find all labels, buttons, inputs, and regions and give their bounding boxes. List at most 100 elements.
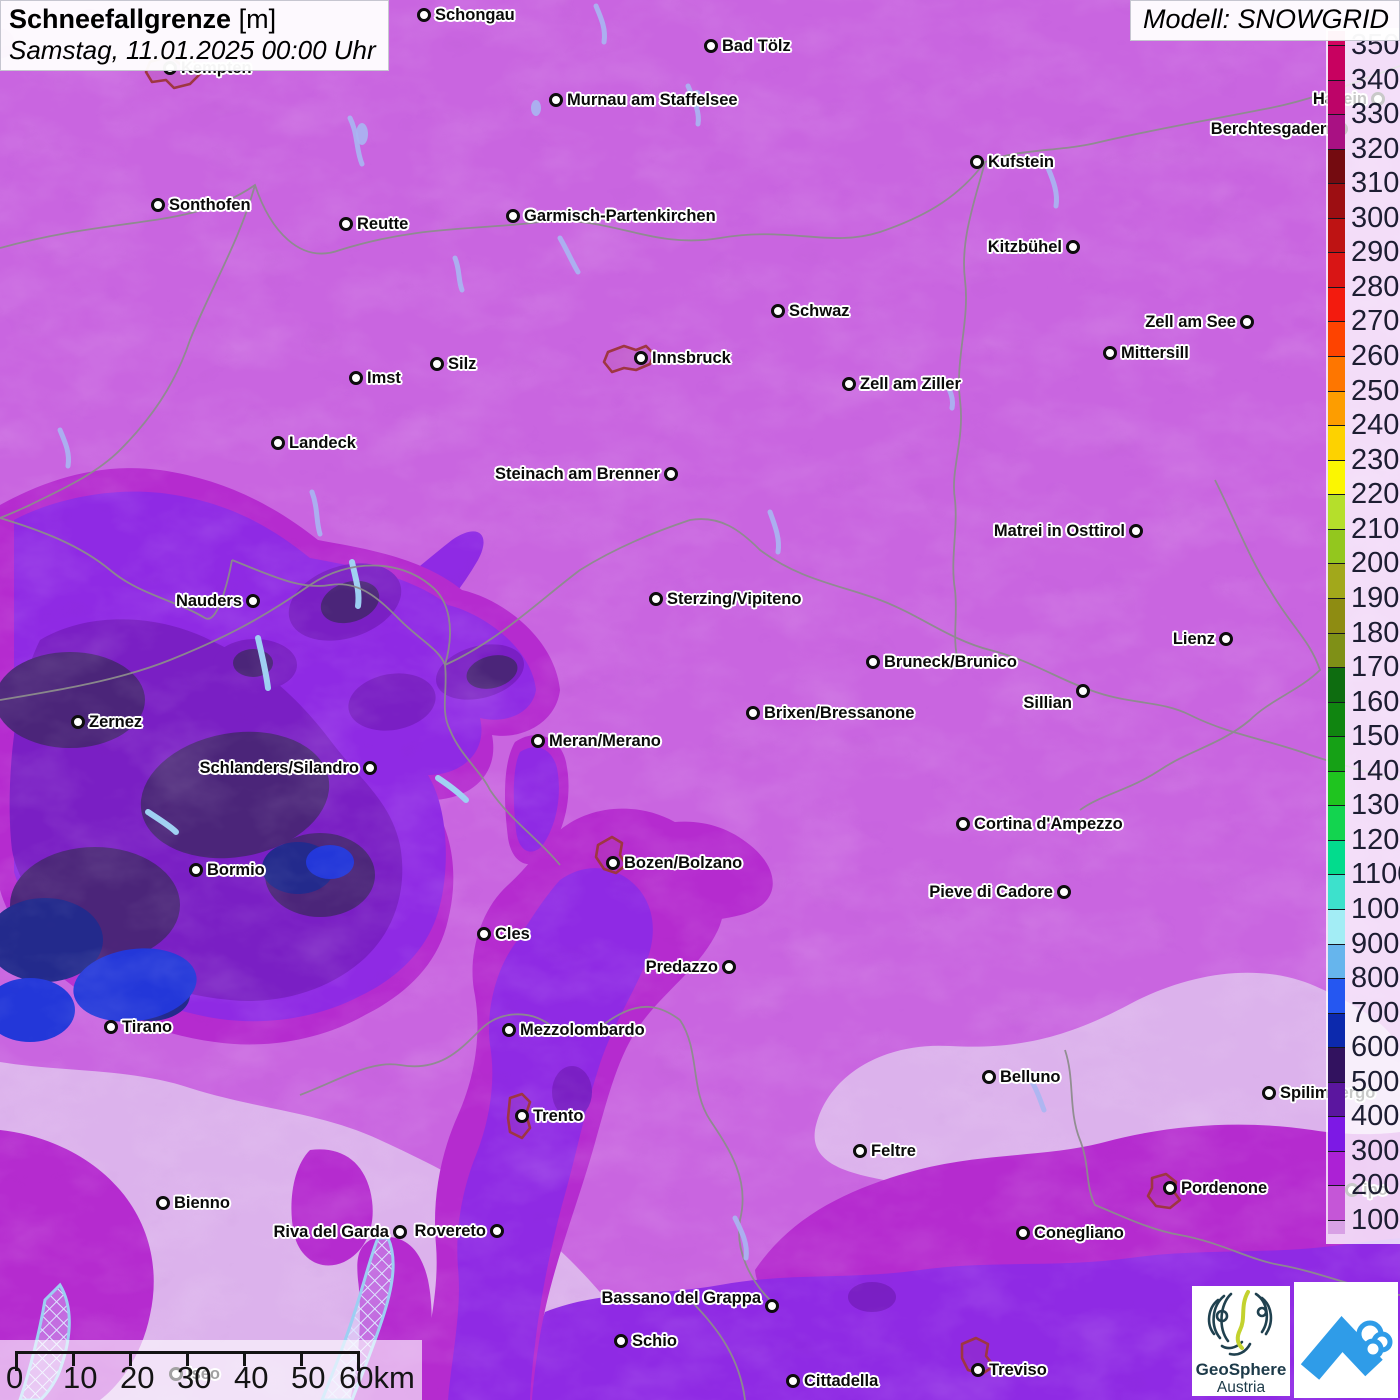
- city-label: Zell am Ziller: [860, 375, 961, 393]
- weather-map-page: SchongauBad TölzKemptenMurnau am Staffel…: [0, 0, 1400, 1400]
- geosphere-country: Austria: [1216, 1379, 1266, 1396]
- legend-segment: [1328, 45, 1345, 80]
- legend-segment: [1328, 1012, 1345, 1048]
- city-marker-icon: [477, 927, 491, 941]
- city-label: Schlanders/Silandro: [199, 759, 359, 777]
- city-label: Schongau: [435, 6, 515, 24]
- city-label: Nauders: [175, 592, 242, 610]
- city-marker-icon: [1103, 346, 1117, 360]
- geosphere-contour-icon: [1207, 1290, 1273, 1356]
- city-marker-icon: [1219, 632, 1233, 646]
- city-label: Murnau am Staffelsee: [567, 91, 738, 109]
- legend-segment: [1328, 183, 1345, 218]
- legend-tick-label: 3000: [1351, 201, 1400, 234]
- city-label: Mezzolombardo: [520, 1021, 645, 1039]
- legend-tick-label: 2100: [1351, 512, 1400, 545]
- legend-segment: [1328, 321, 1345, 357]
- legend-tick-label: 2200: [1351, 478, 1400, 511]
- legend-segment: [1328, 1116, 1345, 1151]
- legend-tick-label: 1800: [1351, 616, 1400, 649]
- city-label: Reutte: [357, 215, 409, 233]
- city-label: Meran/Merano: [549, 732, 661, 750]
- legend-segment: [1328, 425, 1345, 460]
- city-marker-icon: [746, 706, 760, 720]
- city-label: Kitzbühel: [987, 238, 1062, 256]
- city-marker-icon: [664, 467, 678, 481]
- legend-segment: [1328, 805, 1345, 840]
- city-label: Garmisch-Partenkirchen: [524, 207, 716, 225]
- city-label: Predazzo: [645, 958, 718, 976]
- city-marker-icon: [1163, 1181, 1177, 1195]
- legend-tick-label: 2600: [1351, 340, 1400, 373]
- scale-bar: 0 10 20 30 40 50 60km: [0, 1340, 422, 1400]
- city-label: Imst: [367, 369, 401, 387]
- city-marker-icon: [71, 715, 85, 729]
- city-marker-icon: [853, 1144, 867, 1158]
- scale-label: 30: [177, 1360, 212, 1395]
- city-marker-icon: [956, 817, 970, 831]
- legend-tick-label: 3100: [1351, 167, 1400, 200]
- city-marker-icon: [634, 351, 648, 365]
- legend-tick-label: 1300: [1351, 789, 1400, 822]
- city-label: Landeck: [289, 434, 356, 452]
- city-label: Kufstein: [988, 153, 1054, 171]
- city-marker-icon: [151, 198, 165, 212]
- legend-segment: [1328, 390, 1345, 426]
- city-marker-icon: [970, 155, 984, 169]
- geosphere-wordmark: GeoSphere: [1195, 1360, 1287, 1379]
- city-marker-icon: [1262, 1086, 1276, 1100]
- city-label: Pieve di Cadore: [929, 883, 1053, 901]
- legend-segment: [1328, 217, 1345, 253]
- legend-segment: [1328, 736, 1345, 771]
- city-label: Treviso: [989, 1361, 1047, 1379]
- city-label: Brixen/Bressanone: [764, 704, 915, 722]
- city-marker-icon: [1076, 684, 1090, 698]
- city-label: Trento: [533, 1107, 584, 1125]
- legend-segment: [1328, 79, 1345, 115]
- legend-segment: [1328, 252, 1345, 287]
- city-label: Rovereto: [414, 1222, 486, 1240]
- city-label: Matrei in Osttirol: [993, 522, 1125, 540]
- city-label: Schwaz: [789, 302, 850, 320]
- legend-tick-label: 900: [1351, 927, 1400, 960]
- geosphere-logo-box: GeoSphere Austria: [1192, 1286, 1290, 1396]
- legend-segment: [1328, 1047, 1345, 1082]
- scale-label: 20: [120, 1360, 155, 1395]
- city-label: Belluno: [1000, 1068, 1061, 1086]
- city-label: Bassano del Grappa: [601, 1289, 761, 1307]
- city-marker-icon: [1240, 315, 1254, 329]
- legend-tick-label: 1100: [1351, 858, 1400, 891]
- legend-segment: [1328, 909, 1345, 944]
- city-label: Bozen/Bolzano: [624, 854, 743, 872]
- city-label: Sillian: [1023, 694, 1072, 712]
- city-marker-layer: SchongauBad TölzKemptenMurnau am Staffel…: [0, 0, 1400, 1400]
- legend-segment: [1328, 874, 1345, 909]
- city-marker-icon: [189, 863, 203, 877]
- city-marker-icon: [704, 39, 718, 53]
- legend-tick-label: 600: [1351, 1031, 1400, 1064]
- city-marker-icon: [156, 1196, 170, 1210]
- city-marker-icon: [765, 1299, 779, 1313]
- city-label: Schio: [632, 1332, 677, 1350]
- city-marker-icon: [515, 1109, 529, 1123]
- city-marker-icon: [271, 436, 285, 450]
- city-marker-icon: [722, 960, 736, 974]
- legend-tick-label: 1000: [1351, 893, 1400, 925]
- legend-tick-label: 2300: [1351, 443, 1400, 476]
- city-label: Bad Tölz: [722, 37, 791, 55]
- city-label: Steinach am Brenner: [494, 465, 660, 483]
- city-marker-icon: [246, 594, 260, 608]
- legend-segment: [1328, 667, 1345, 702]
- legend-segment: [1328, 701, 1345, 737]
- title-datetime: Samstag, 11.01.2025 00:00 Uhr: [9, 35, 376, 65]
- city-marker-icon: [502, 1023, 516, 1037]
- legend-segment: [1328, 148, 1345, 184]
- model-box: Modell: SNOWGRID: [1129, 0, 1400, 41]
- legend-tick-label: 3300: [1351, 98, 1400, 131]
- legend-tick-label: 200: [1351, 1169, 1400, 1202]
- city-marker-icon: [1066, 240, 1080, 254]
- legend-tick-label: 500: [1351, 1065, 1400, 1098]
- city-marker-icon: [614, 1334, 628, 1348]
- scale-label: 10: [63, 1360, 98, 1395]
- city-label: Zernez: [89, 713, 143, 731]
